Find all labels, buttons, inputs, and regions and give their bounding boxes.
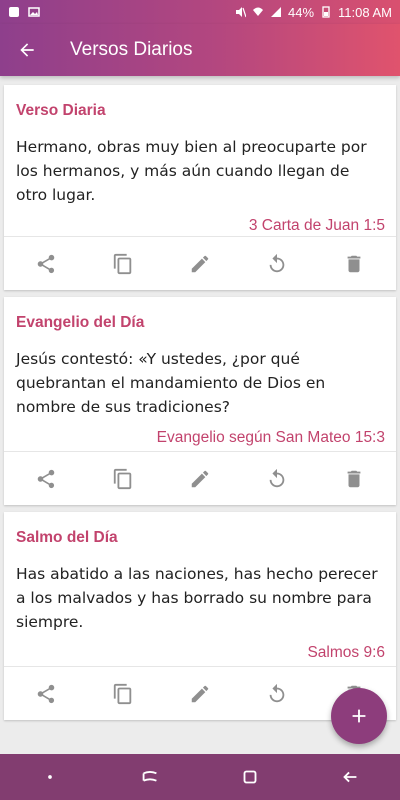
refresh-icon [269,253,285,272]
refresh-button[interactable] [257,674,297,714]
refresh-button[interactable] [257,244,297,284]
edit-button[interactable] [180,459,220,499]
notification-icon [9,7,19,17]
verse-card-daily: Verso Diaria Hermano, obras muy bien al … [4,85,396,290]
card-text: Jesús contestó: «Y ustedes, ¿por qué que… [16,350,326,416]
nav-dot-button[interactable] [30,757,70,797]
home-button[interactable] [230,757,270,797]
card-reference[interactable]: Salmos 9:6 [4,634,396,662]
card-title: Evangelio del Día [16,314,145,331]
wifi-icon [253,7,263,16]
copy-button[interactable] [103,674,143,714]
share-icon [38,684,55,703]
card-reference[interactable]: 3 Carta de Juan 1:5 [4,207,396,235]
share-button[interactable] [26,459,66,499]
copy-icon [114,468,132,489]
mute-icon [236,7,246,18]
delete-button[interactable] [334,244,374,284]
recents-icon [142,771,157,782]
share-button[interactable] [26,674,66,714]
card-reference[interactable]: Evangelio según San Mateo 15:3 [4,419,396,447]
verse-card-psalm: Salmo del Día Has abatido a las naciones… [4,512,396,720]
back-arrow-icon [343,771,357,783]
delete-icon [347,470,360,487]
copy-icon [114,683,132,704]
home-icon [243,770,257,784]
copy-button[interactable] [103,244,143,284]
card-title: Verso Diaria [16,102,106,119]
battery-icon [322,6,330,18]
card-text: Has abatido a las naciones, has hecho pe… [16,565,378,631]
share-button[interactable] [26,244,66,284]
card-text: Hermano, obras muy bien al preocuparte p… [16,138,367,204]
delete-button[interactable] [334,459,374,499]
back-nav-button[interactable] [330,757,370,797]
add-verse-button[interactable] [331,688,387,744]
edit-icon [191,470,209,487]
status-bar: 44% 11:08 AM [0,0,400,24]
edit-icon [191,685,209,702]
refresh-button[interactable] [257,459,297,499]
recent-apps-button[interactable] [130,757,170,797]
verse-card-gospel: Evangelio del Día Jesús contestó: «Y ust… [4,297,396,505]
share-icon [38,254,55,273]
card-title: Salmo del Día [16,529,118,546]
share-icon [38,469,55,488]
card-actions [4,451,396,505]
gallery-icon [28,7,40,17]
back-button[interactable] [0,24,54,76]
edit-button[interactable] [180,674,220,714]
edit-button[interactable] [180,244,220,284]
dot-icon [48,775,52,779]
signal-icon [271,7,281,17]
system-nav-bar [0,754,400,800]
copy-icon [114,253,132,274]
app-bar: Versos Diarios [0,24,400,76]
page-title: Versos Diarios [70,39,193,60]
clock: 11:08 AM [338,4,392,20]
refresh-icon [269,468,285,487]
arrow-back-icon [20,43,34,57]
refresh-icon [269,683,285,702]
battery-percent: 44% [288,4,315,20]
add-icon [352,709,366,723]
delete-icon [347,255,360,272]
card-actions [4,236,396,290]
edit-icon [191,255,209,272]
copy-button[interactable] [103,459,143,499]
